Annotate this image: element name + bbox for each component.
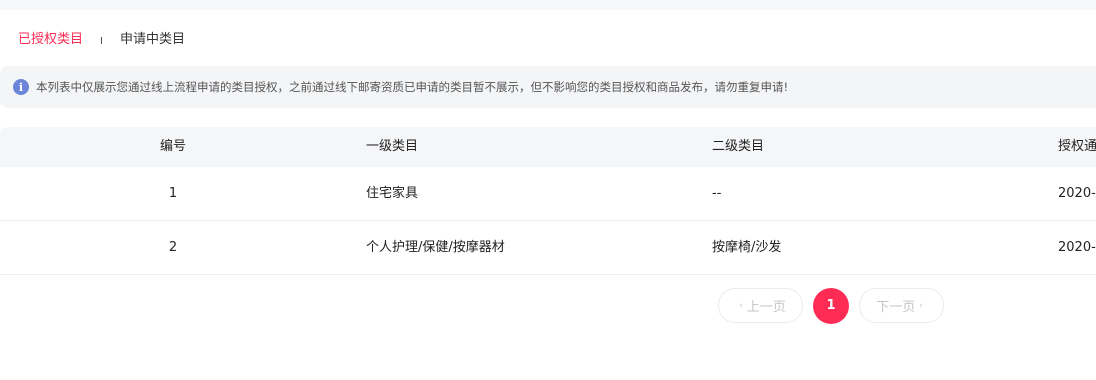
notice-text: 本列表中仅展示您通过线上流程申请的类目授权，之前通过线下邮寄资质已申请的类目暂不… [36, 80, 789, 94]
prev-page-label: 上一页 [746, 300, 786, 315]
table-row: 2 个人护理/保健/按摩器材 按摩椅/沙发 2020- [0, 221, 1096, 275]
header-id: 编号 [159, 139, 186, 154]
cell-authorization-date: 2020- [1058, 240, 1096, 255]
table-header: 编号 一级类目 二级类目 授权通 [0, 127, 1096, 167]
tab-applying-categories[interactable]: 申请中类目 [120, 30, 185, 50]
prev-page-button[interactable]: ‹ 上一页 [718, 288, 803, 323]
header-level1-category: 一级类目 [366, 139, 419, 154]
page: 已授权类目 申请中类目 i 本列表中仅展示您通过线上流程申请的类目授权，之前通过… [0, 0, 1096, 380]
cell-level1-category: 个人护理/保健/按摩器材 [366, 240, 505, 255]
cell-level2-category: 按摩椅/沙发 [712, 240, 782, 255]
tab-divider [101, 36, 103, 44]
header-authorization-date: 授权通 [1058, 139, 1096, 154]
cell-id: 2 [168, 240, 178, 255]
tab-authorized-categories[interactable]: 已授权类目 [18, 30, 83, 50]
notice-bar: i 本列表中仅展示您通过线上流程申请的类目授权，之前通过线下邮寄资质已申请的类目… [0, 66, 1096, 108]
cell-authorization-date: 2020- [1058, 186, 1096, 201]
page-number-current[interactable]: 1 [813, 287, 849, 324]
category-table: 编号 一级类目 二级类目 授权通 1 住宅家具 -- 2020- 2 个人护理/… [0, 127, 1096, 275]
pagination: ‹ 上一页 1 下一页 › [718, 287, 944, 324]
top-strip [0, 0, 1096, 10]
info-icon: i [13, 79, 29, 95]
header-level2-category: 二级类目 [712, 139, 765, 154]
chevron-left-icon: ‹ [739, 300, 743, 311]
table-row: 1 住宅家具 -- 2020- [0, 167, 1096, 221]
cell-level1-category: 住宅家具 [366, 186, 419, 201]
chevron-right-icon: › [919, 300, 923, 311]
cell-level2-category: -- [712, 186, 722, 201]
next-page-button[interactable]: 下一页 › [859, 288, 944, 323]
cell-id: 1 [168, 186, 178, 201]
category-tabs: 已授权类目 申请中类目 [18, 30, 185, 50]
next-page-label: 下一页 [876, 300, 916, 315]
